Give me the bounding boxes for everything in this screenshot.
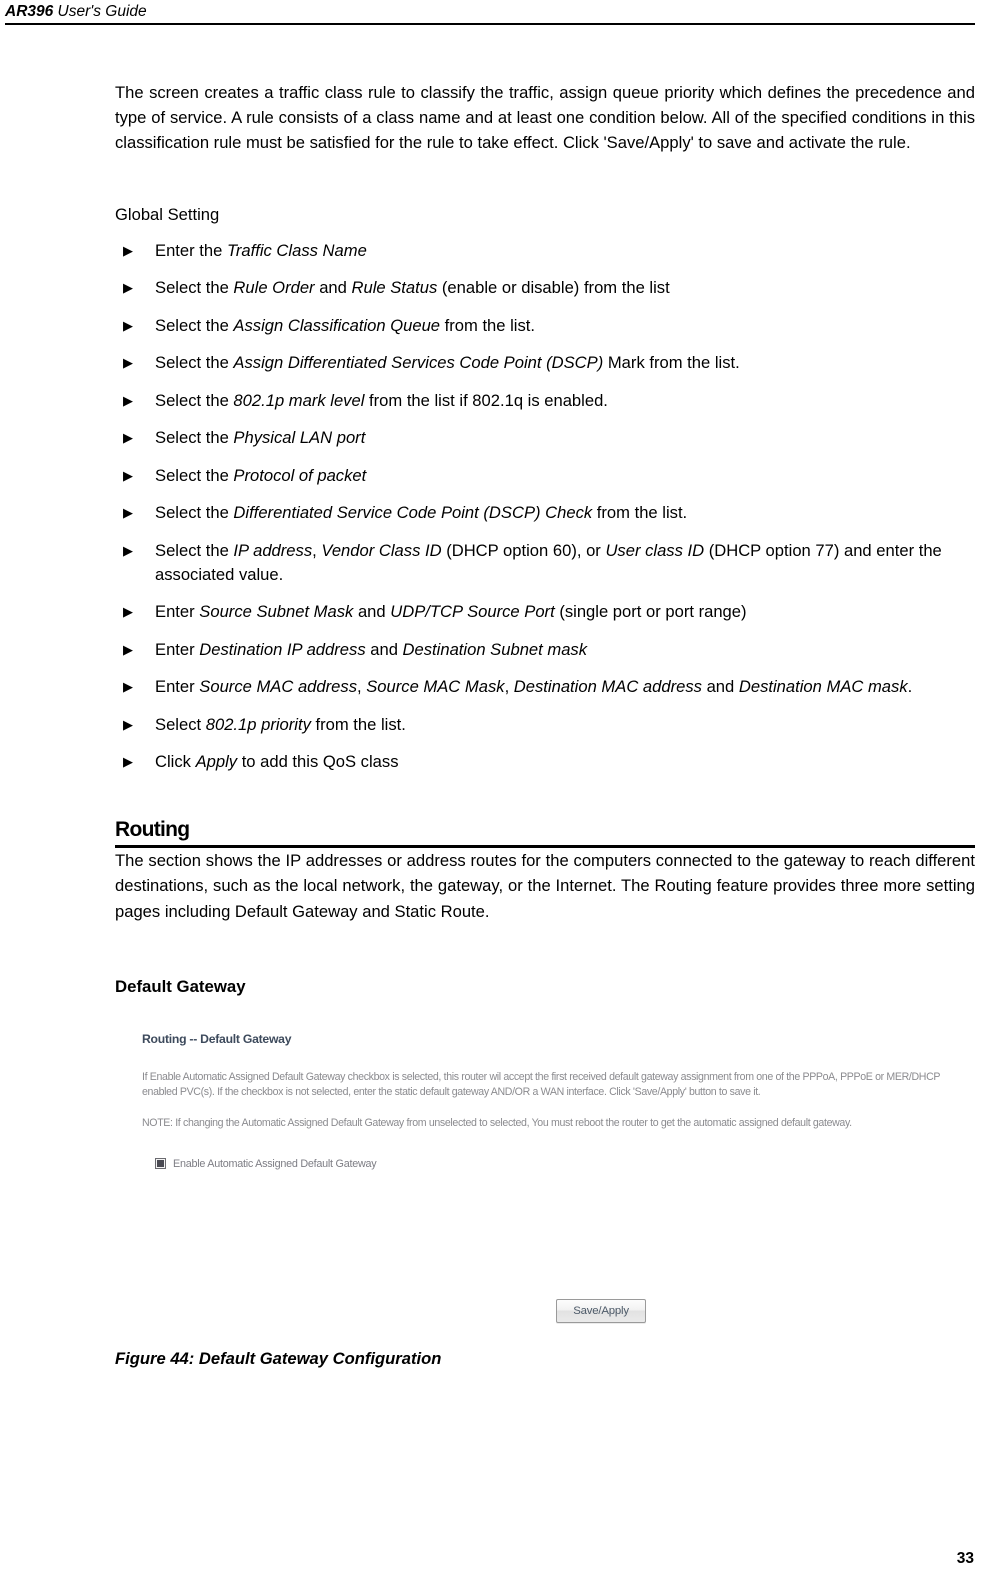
bullet-marker-icon: ▶ (123, 355, 133, 371)
bullet-item: ▶ Select the Protocol of packet (115, 464, 975, 488)
checkbox-icon[interactable] (155, 1158, 166, 1170)
bullet-marker-icon: ▶ (123, 604, 133, 620)
enable-automatic-assigned-default-gateway-row[interactable]: Enable Automatic Assigned Default Gatewa… (155, 1157, 377, 1170)
bullet-marker-icon: ▶ (123, 505, 133, 521)
global-setting-label: Global Setting (115, 204, 220, 224)
router-ui-note: NOTE: If changing the Automatic Assigned… (142, 1116, 852, 1129)
bullet-text: Enter Destination IP address and Destina… (155, 639, 588, 659)
bullet-marker-icon: ▶ (123, 280, 133, 296)
bullet-item: ▶ Enter Source MAC address, Source MAC Ma… (115, 675, 975, 699)
routing-paragraph: The section shows the IP addresses or ad… (115, 851, 975, 921)
router-ui-title: Routing -- Default Gateway (142, 1031, 292, 1046)
bullet-text: Select the IP address, Vendor Class ID (… (155, 540, 942, 584)
bullet-marker-icon: ▶ (123, 542, 133, 558)
routing-section-header: Routing (115, 818, 975, 849)
bullet-marker-icon: ▶ (123, 641, 133, 657)
section-title-routing: Routing (115, 818, 190, 842)
bullet-text: Select the Assign Classification Queue f… (155, 315, 536, 335)
bullet-text: Select the Assign Differentiated Service… (155, 353, 740, 373)
bullet-text: Select the Protocol of packet (155, 465, 367, 485)
page-content: The screen creates a traffic class rule … (115, 80, 975, 1370)
bullet-item: ▶ Click Apply to add this QoS class (115, 750, 975, 774)
bullet-item: ▶ Select the Physical LAN port (115, 426, 975, 450)
bullet-text: Select the 802.1p mark level from the li… (155, 390, 608, 410)
router-ui-screenshot: Routing -- Default Gateway If Enable Aut… (115, 1023, 975, 1334)
page-number: 33 (956, 1550, 974, 1567)
header-guide-label: User's Guide (53, 3, 147, 20)
bullet-item: ▶ Enter Destination IP address and Destin… (115, 638, 975, 662)
router-ui-description: If Enable Automatic Assigned Default Gat… (142, 1070, 940, 1098)
bullet-item: ▶ Enter the Traffic Class Name (115, 239, 975, 263)
bullet-marker-icon: ▶ (123, 679, 133, 695)
bullet-marker-icon: ▶ (123, 392, 133, 408)
header-divider (5, 23, 975, 25)
bullet-text: Select 802.1p priority from the list. (155, 714, 406, 734)
bullet-text: Enter Source MAC address, Source MAC Mas… (155, 677, 913, 697)
bullet-item: ▶ Select the Assign Differentiated Servic… (115, 351, 975, 375)
global-setting-bullet-list: ▶ Enter the Traffic Class Name ▶ Select the… (115, 239, 975, 775)
subheading-default-gateway: Default Gateway (115, 976, 246, 996)
bullet-item: ▶ Select the IP address, Vendor Class ID … (115, 539, 975, 587)
bullet-text: Enter the Traffic Class Name (155, 240, 367, 260)
checkbox-label: Enable Automatic Assigned Default Gatewa… (173, 1157, 377, 1170)
save-apply-button[interactable]: Save/Apply (556, 1298, 646, 1323)
default-gateway-subheading-wrap: Default Gateway (115, 976, 975, 998)
bullet-item: ▶ Select the 802.1p mark level from the l… (115, 389, 975, 413)
bullet-item: ▶ Select the Assign Classification Queue … (115, 314, 975, 338)
header-title: AR396 User's Guide (5, 2, 975, 21)
header-model: AR396 (5, 3, 54, 20)
bullet-text: Enter Source Subnet Mask and UDP/TCP Sou… (155, 602, 747, 622)
bullet-text: Select the Differentiated Service Code P… (155, 503, 688, 523)
bullet-marker-icon: ▶ (123, 430, 133, 446)
bullet-text: Select the Physical LAN port (155, 428, 366, 448)
bullet-item: ▶ Select the Rule Order and Rule Status (… (115, 276, 975, 300)
bullet-item: ▶ Select 802.1p priority from the list. (115, 713, 975, 737)
running-header: AR396 User's Guide (5, 2, 975, 25)
bullet-marker-icon: ▶ (123, 754, 133, 770)
figure-caption: Figure 44: Default Gateway Configuration (115, 1348, 442, 1368)
bullet-text: Select the Rule Order and Rule Status (e… (155, 278, 670, 298)
bullet-item: ▶ Select the Differentiated Service Code … (115, 501, 975, 525)
bullet-marker-icon: ▶ (123, 317, 133, 333)
bullet-marker-icon: ▶ (123, 467, 133, 483)
intro-paragraph: The screen creates a traffic class rule … (115, 83, 975, 153)
bullet-text: Click Apply to add this QoS class (155, 752, 399, 772)
bullet-marker-icon: ▶ (123, 716, 133, 732)
bullet-marker-icon: ▶ (123, 242, 133, 258)
bullet-item: ▶ Enter Source Subnet Mask and UDP/TCP So… (115, 600, 975, 624)
